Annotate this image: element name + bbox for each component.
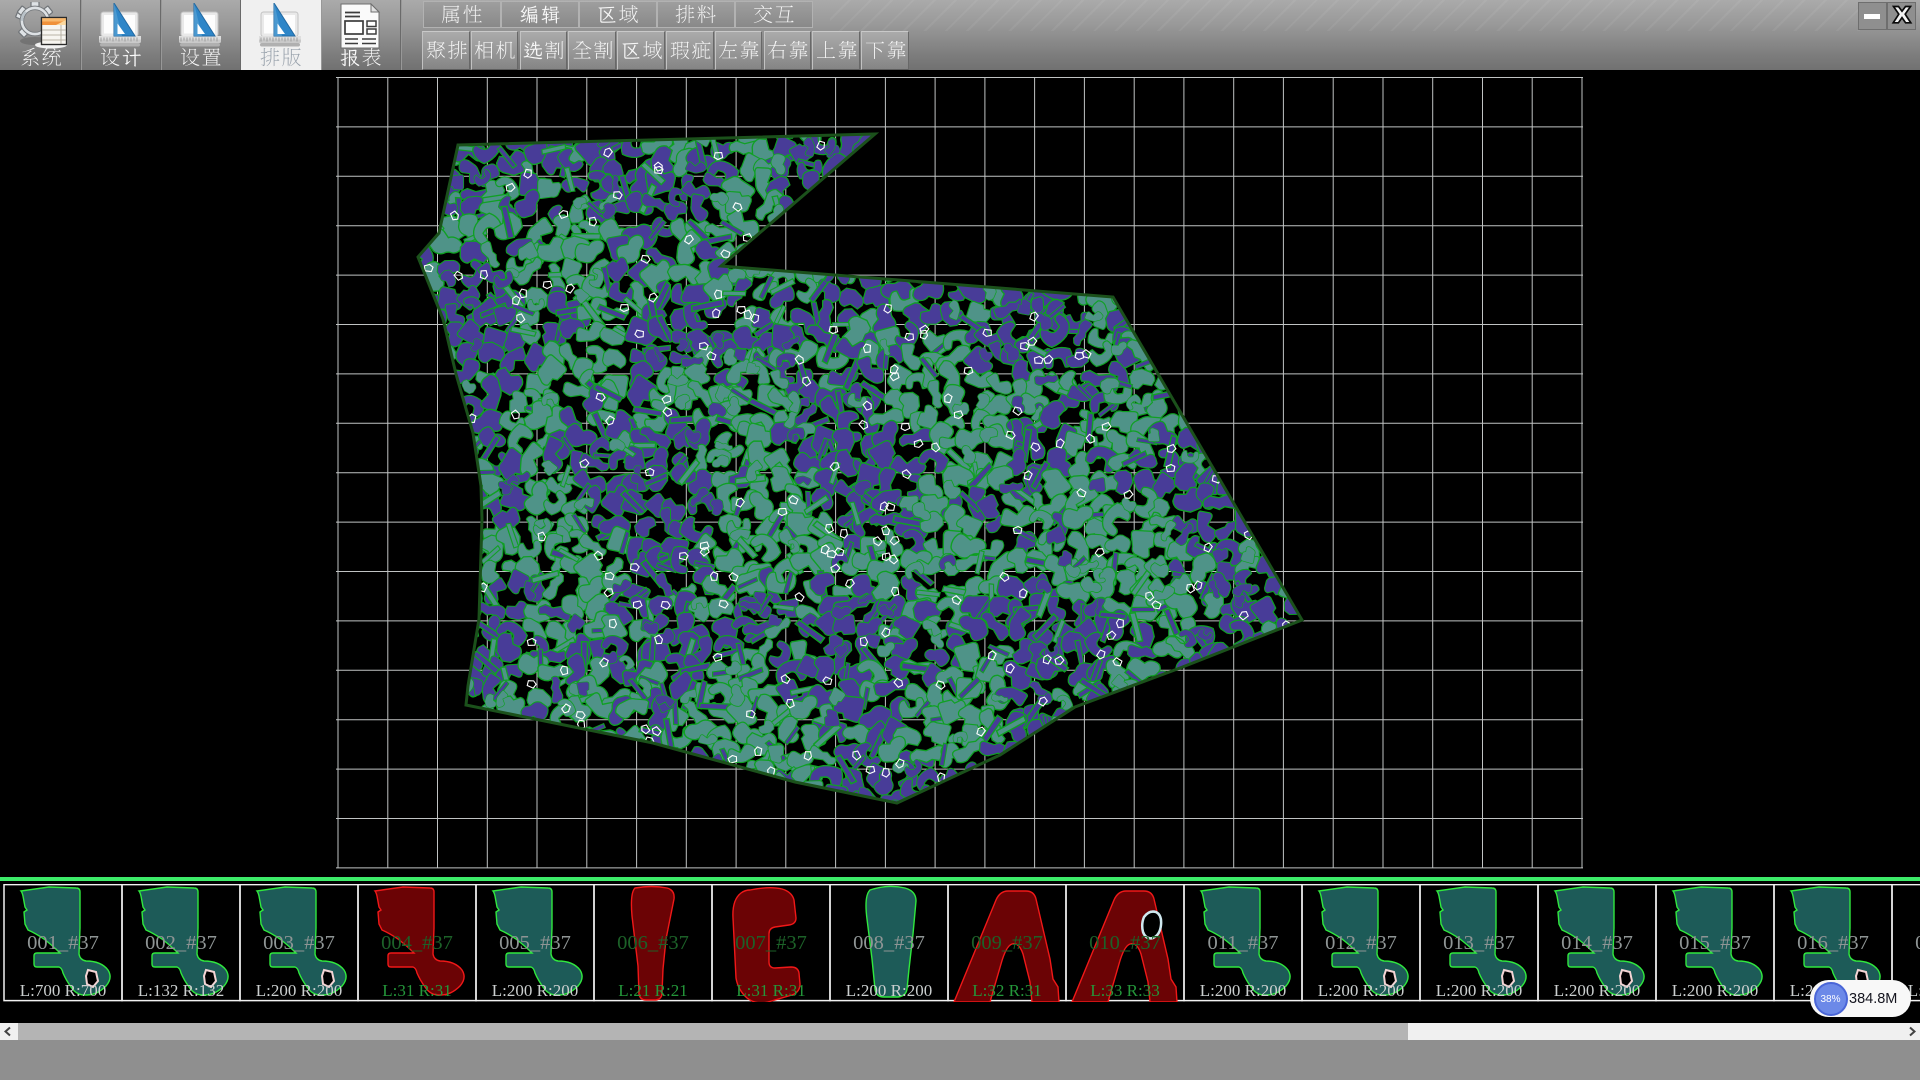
svg-text:001_#37: 001_#37 — [27, 932, 99, 954]
svg-text:008_#37: 008_#37 — [853, 932, 925, 954]
svg-text:010_#37: 010_#37 — [1089, 932, 1161, 954]
svg-text:L:200 R:200: L:200 R:200 — [492, 981, 578, 1000]
svg-text:L:21 R:21: L:21 R:21 — [618, 981, 687, 1000]
svg-text:004_#37: 004_#37 — [381, 932, 453, 954]
svg-text:L:200 R:200: L:200 R:200 — [256, 981, 342, 1000]
svg-text:012_#37: 012_#37 — [1325, 932, 1397, 954]
svg-text:003_#37: 003_#37 — [263, 932, 335, 954]
svg-text:L:33 R:33: L:33 R:33 — [1090, 981, 1159, 1000]
svg-text:L:32 R:31: L:32 R:31 — [972, 981, 1041, 1000]
svg-text:017_#37: 017_#37 — [1915, 932, 1920, 954]
svg-text:014_#37: 014_#37 — [1561, 932, 1633, 954]
svg-text:L:132 R:132: L:132 R:132 — [138, 981, 224, 1000]
svg-text:015_#37: 015_#37 — [1679, 932, 1751, 954]
svg-text:016_#37: 016_#37 — [1797, 932, 1869, 954]
svg-text:L:200 R:200: L:200 R:200 — [1200, 981, 1286, 1000]
svg-text:L:200 R:200: L:200 R:200 — [1672, 981, 1758, 1000]
svg-text:L:200 R:200: L:200 R:200 — [846, 981, 932, 1000]
svg-text:011_#37: 011_#37 — [1208, 932, 1279, 954]
svg-text:013_#37: 013_#37 — [1443, 932, 1515, 954]
svg-text:L:700 R:700: L:700 R:700 — [20, 981, 106, 1000]
svg-text:005_#37: 005_#37 — [499, 932, 571, 954]
svg-text:L:200 R:200: L:200 R:200 — [1436, 981, 1522, 1000]
svg-text:002_#37: 002_#37 — [145, 932, 217, 954]
svg-text:009_#37: 009_#37 — [971, 932, 1043, 954]
svg-text:L:200 R:200: L:200 R:200 — [1554, 981, 1640, 1000]
svg-text:L:31 R:31: L:31 R:31 — [382, 981, 451, 1000]
svg-text:006_#37: 006_#37 — [617, 932, 689, 954]
svg-text:L:31 R:31: L:31 R:31 — [736, 981, 805, 1000]
svg-text:L:200 R:200: L:200 R:200 — [1318, 981, 1404, 1000]
svg-text:007_#37: 007_#37 — [735, 932, 807, 954]
